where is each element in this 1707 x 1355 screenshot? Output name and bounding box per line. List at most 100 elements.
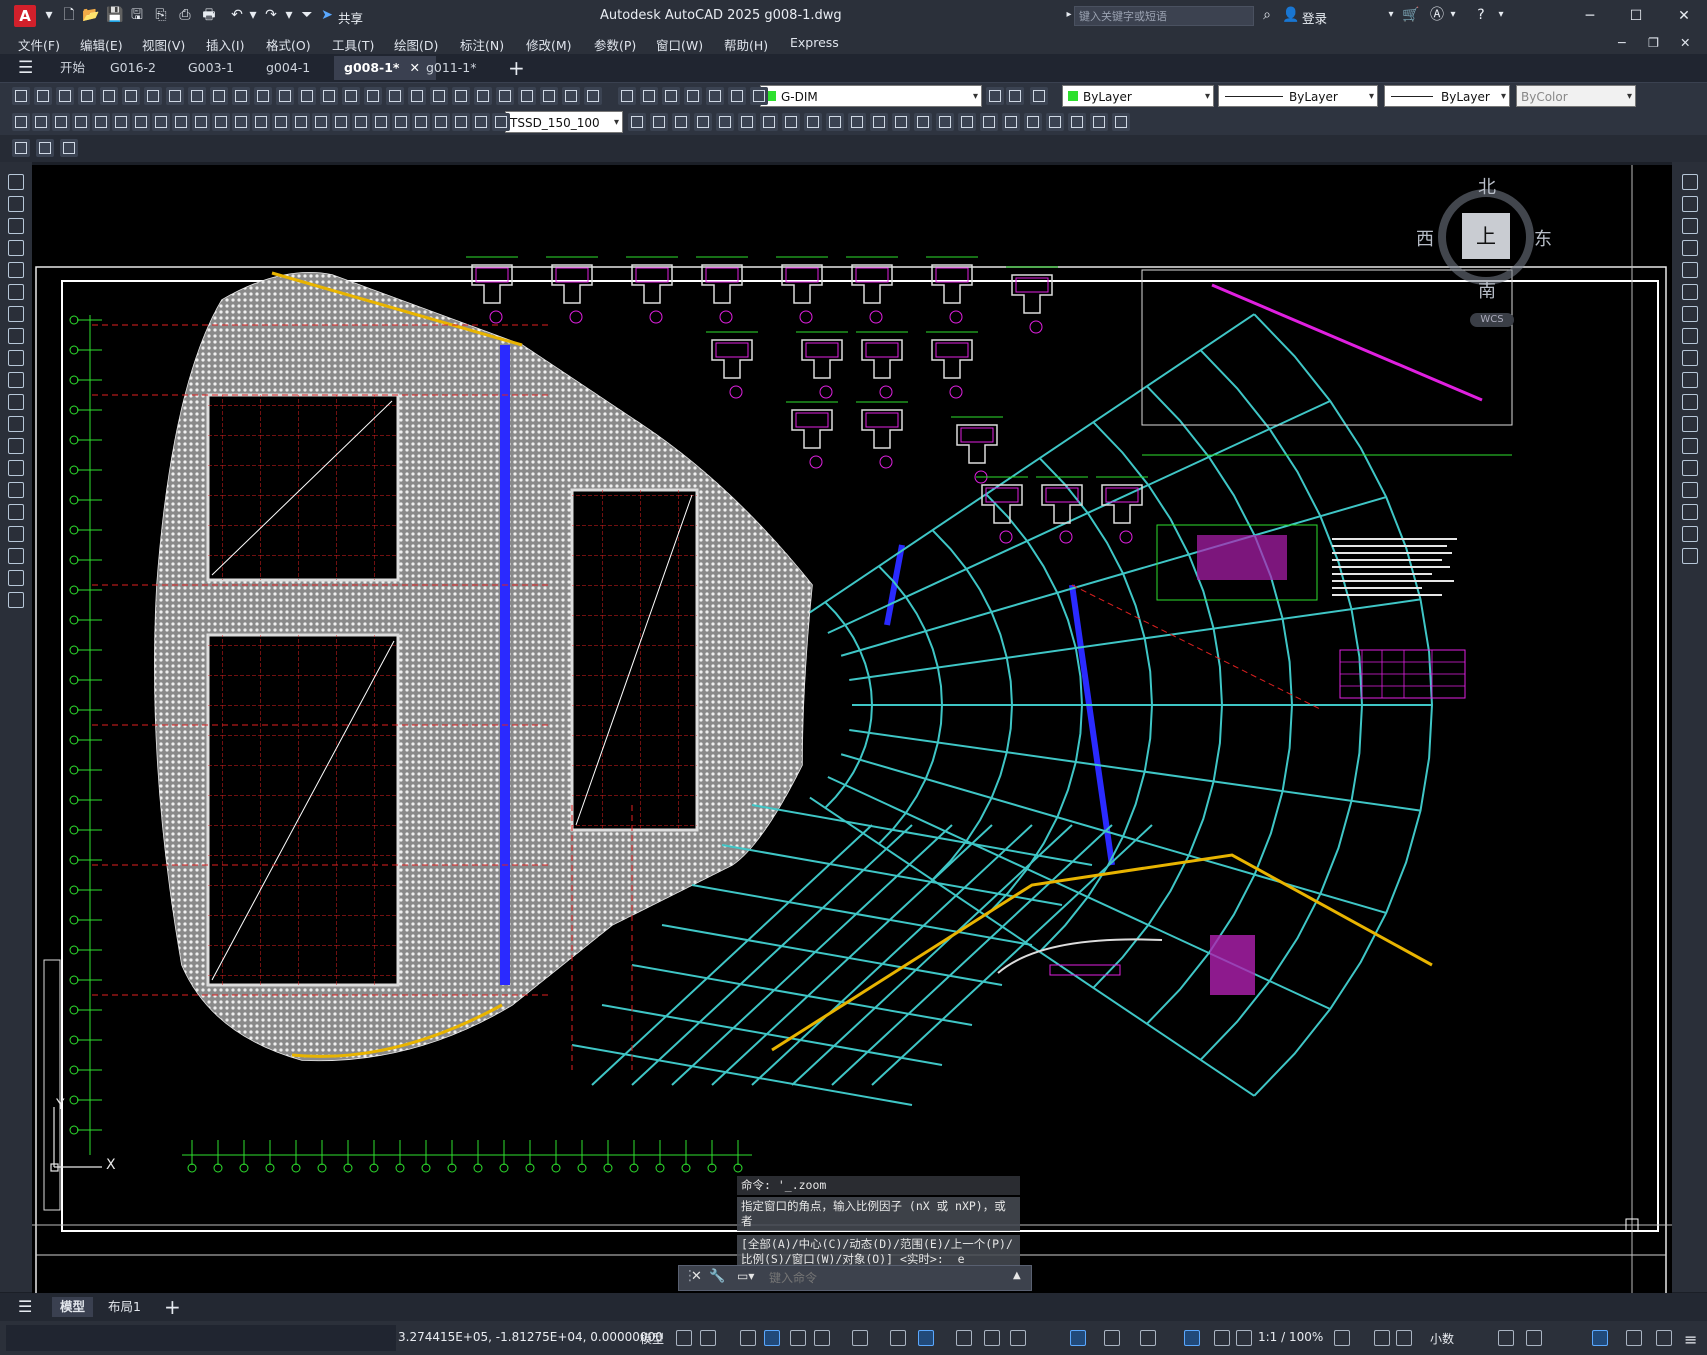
draw-tool-icon[interactable] bbox=[172, 113, 190, 131]
coordinates-readout[interactable]: 3.274415E+05, -1.81275E+04, 0.00000000 bbox=[398, 1330, 663, 1344]
draw-tool-icon[interactable] bbox=[1002, 113, 1020, 131]
draw-tool-icon[interactable] bbox=[870, 113, 888, 131]
hardware-acceleration-icon[interactable] bbox=[1626, 1330, 1642, 1346]
tab-layout1[interactable]: 布局1 bbox=[100, 1297, 149, 1317]
redo-icon[interactable]: ↷ bbox=[262, 6, 280, 24]
layer-dropdown[interactable]: G-DIM ▾ bbox=[760, 85, 982, 107]
app-dropdown-icon[interactable]: ▾ bbox=[1444, 6, 1462, 24]
standard-tool-icon[interactable] bbox=[298, 87, 316, 105]
draw-command-icon[interactable] bbox=[8, 240, 24, 256]
menu-express[interactable]: Express bbox=[790, 35, 839, 50]
save-icon[interactable]: 💾 bbox=[106, 6, 124, 24]
draw-tool-icon[interactable] bbox=[12, 113, 30, 131]
draw-tool-icon[interactable] bbox=[826, 113, 844, 131]
help-icon[interactable]: ? bbox=[1472, 6, 1490, 24]
draw-command-icon[interactable] bbox=[8, 196, 24, 212]
lock-ui-icon[interactable] bbox=[1526, 1330, 1542, 1346]
draw-tool-icon[interactable] bbox=[332, 113, 350, 131]
customize-qat-icon[interactable]: ⏷ bbox=[298, 6, 316, 24]
clean-screen-icon[interactable] bbox=[1656, 1330, 1672, 1346]
redo-dropdown-icon[interactable]: ▾ bbox=[280, 6, 298, 24]
selection-cycling-icon[interactable] bbox=[984, 1330, 1000, 1346]
customize-command-icon[interactable]: 🔧 bbox=[709, 1269, 725, 1284]
open-web-icon[interactable]: ⎘ bbox=[152, 6, 170, 24]
modify-command-icon[interactable] bbox=[1682, 284, 1698, 300]
isolate-objects-icon[interactable] bbox=[1592, 1330, 1608, 1346]
layout-menu-icon[interactable]: ☰ bbox=[18, 1297, 32, 1316]
draw-command-icon[interactable] bbox=[8, 526, 24, 542]
modify-command-icon[interactable] bbox=[1682, 482, 1698, 498]
draw-tool-icon[interactable] bbox=[452, 113, 470, 131]
recent-commands-icon[interactable]: ▭▾ bbox=[737, 1269, 754, 1283]
draw-tool-icon[interactable] bbox=[312, 113, 330, 131]
help-dropdown-icon[interactable]: ▾ bbox=[1492, 6, 1510, 24]
draw-tool-icon[interactable] bbox=[272, 113, 290, 131]
standard-tool-icon[interactable] bbox=[728, 87, 746, 105]
modify-command-icon[interactable] bbox=[1682, 526, 1698, 542]
draw-tool-icon[interactable] bbox=[32, 113, 50, 131]
lineweight-dropdown[interactable]: ByLayer ▾ bbox=[1384, 85, 1510, 107]
viewcube-east[interactable]: 东 bbox=[1534, 225, 1552, 251]
modify-command-icon[interactable] bbox=[1682, 328, 1698, 344]
tab-g004-1[interactable]: g004-1 bbox=[256, 56, 320, 80]
standard-tool-icon[interactable] bbox=[706, 87, 724, 105]
standard-tool-icon[interactable] bbox=[540, 87, 558, 105]
modify-command-icon[interactable] bbox=[1682, 372, 1698, 388]
draw-command-icon[interactable] bbox=[8, 306, 24, 322]
annotation-visibility-icon[interactable] bbox=[1184, 1330, 1200, 1346]
customize-status-icon[interactable]: ≡ bbox=[1684, 1330, 1697, 1349]
draw-command-icon[interactable] bbox=[8, 482, 24, 498]
menu-dimension[interactable]: 标注(N) bbox=[460, 35, 504, 54]
draw-tool-icon[interactable] bbox=[716, 113, 734, 131]
doc-close-button[interactable]: ✕ bbox=[1680, 35, 1690, 50]
draw-tool-icon[interactable] bbox=[232, 113, 250, 131]
draw-tool-icon[interactable] bbox=[1068, 113, 1086, 131]
viewcube[interactable]: 北 南 东 西 上 WCS bbox=[1416, 173, 1556, 327]
draw-tool-icon[interactable] bbox=[980, 113, 998, 131]
draw-tool-icon[interactable] bbox=[472, 113, 490, 131]
draw-command-icon[interactable] bbox=[8, 504, 24, 520]
annotation-monitor-icon[interactable] bbox=[1374, 1330, 1390, 1346]
menu-parametric[interactable]: 参数(P) bbox=[594, 35, 636, 54]
standard-tool-icon[interactable] bbox=[684, 87, 702, 105]
draw-tool-icon[interactable] bbox=[432, 113, 450, 131]
modify-command-icon[interactable] bbox=[1682, 548, 1698, 564]
draw-tool-icon[interactable] bbox=[492, 113, 510, 131]
modify-command-icon[interactable] bbox=[1682, 196, 1698, 212]
draw-tool-icon[interactable] bbox=[92, 113, 110, 131]
annotation-scale-icon[interactable] bbox=[1236, 1330, 1252, 1346]
modify-command-icon[interactable] bbox=[1682, 438, 1698, 454]
standard-tool-icon[interactable] bbox=[496, 87, 514, 105]
modify-command-icon[interactable] bbox=[1682, 460, 1698, 476]
tab-g016-2[interactable]: G016-2 bbox=[100, 56, 166, 80]
modify-command-icon[interactable] bbox=[1682, 350, 1698, 366]
draw-tool-icon[interactable] bbox=[672, 113, 690, 131]
menu-tools[interactable]: 工具(T) bbox=[332, 35, 374, 54]
standard-tool-icon[interactable] bbox=[232, 87, 250, 105]
draw-tool-icon[interactable] bbox=[52, 113, 70, 131]
standard-tool-icon[interactable] bbox=[364, 87, 382, 105]
viewcube-north[interactable]: 北 bbox=[1478, 173, 1496, 199]
units-value[interactable]: 小数 bbox=[1430, 1330, 1454, 1347]
command-expand-icon[interactable]: ▲ bbox=[1013, 1270, 1021, 1281]
annotation-scale-value[interactable]: 1:1 / 100% bbox=[1258, 1330, 1323, 1344]
standard-tool-icon[interactable] bbox=[618, 87, 636, 105]
draw-command-icon[interactable] bbox=[8, 350, 24, 366]
search-icon[interactable]: ⌕ bbox=[1258, 6, 1276, 24]
grid-icon[interactable] bbox=[676, 1330, 692, 1346]
draw-tool-icon[interactable] bbox=[252, 113, 270, 131]
standard-tool-icon[interactable] bbox=[100, 87, 118, 105]
modify-command-icon[interactable] bbox=[1682, 218, 1698, 234]
menu-format[interactable]: 格式(O) bbox=[266, 35, 311, 54]
draw-tool-icon[interactable] bbox=[848, 113, 866, 131]
standard-tool-icon[interactable] bbox=[430, 87, 448, 105]
transparency-icon[interactable] bbox=[956, 1330, 972, 1346]
draw-command-icon[interactable] bbox=[8, 328, 24, 344]
doc-restore-button[interactable]: ❐ bbox=[1648, 35, 1659, 50]
draw-tool-icon[interactable] bbox=[412, 113, 430, 131]
selection-filter-icon[interactable] bbox=[1104, 1330, 1120, 1346]
extra-tool-icon[interactable] bbox=[60, 139, 78, 157]
close-command-icon[interactable]: ✕ bbox=[691, 1269, 702, 1284]
draw-command-icon[interactable] bbox=[8, 592, 24, 608]
dimstyle-dropdown[interactable]: TSSD_150_100 ▾ bbox=[505, 111, 623, 133]
